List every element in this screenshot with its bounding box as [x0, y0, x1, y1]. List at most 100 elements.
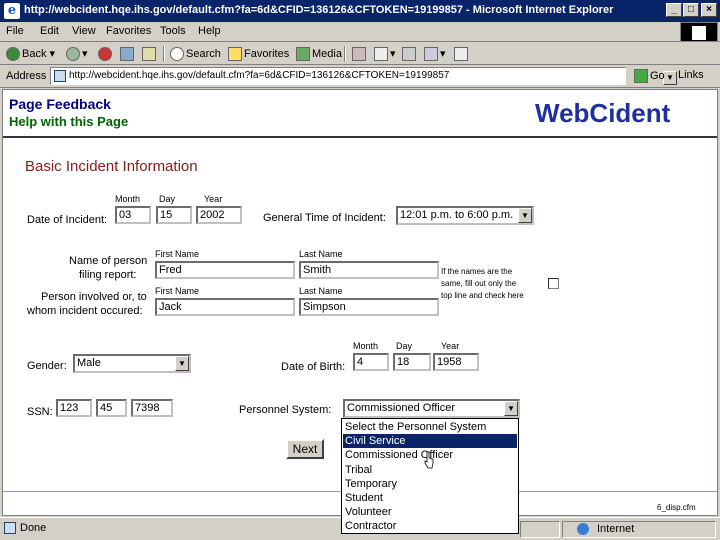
media-icon: [296, 47, 310, 61]
dob-month-input[interactable]: 4: [353, 353, 389, 371]
toolbar-separator: [163, 46, 165, 62]
links-button[interactable]: Links: [678, 69, 704, 81]
ssn-part1-input[interactable]: 123: [56, 399, 92, 417]
go-label: Go: [650, 69, 665, 82]
filer-label-line2: filing report:: [79, 269, 137, 281]
stop-button[interactable]: [98, 47, 114, 61]
menu-edit[interactable]: Edit: [40, 25, 59, 37]
ssn-part3-input[interactable]: 7398: [131, 399, 173, 417]
general-time-value: 12:01 p.m. to 6:00 p.m.: [400, 209, 514, 221]
brand-logo: WebCident: [535, 98, 671, 128]
address-bar: Address http://webcident.hqe.ihs.gov/def…: [0, 66, 720, 88]
chevron-down-icon: ▼: [175, 356, 189, 371]
search-icon: [170, 47, 184, 61]
menu-favorites[interactable]: Favorites: [106, 25, 151, 37]
back-button[interactable]: Back ▾: [6, 47, 55, 62]
favorites-label: Favorites: [244, 47, 290, 60]
involved-last-label: Last Name: [299, 286, 343, 296]
history-icon: [352, 47, 366, 61]
maximize-button[interactable]: □: [683, 3, 699, 17]
media-button[interactable]: Media: [296, 47, 342, 61]
page-feedback-link[interactable]: Page Feedback: [9, 96, 111, 112]
personnel-system-option[interactable]: Student: [343, 491, 517, 505]
address-url: http://webcident.hqe.ihs.gov/default.cfm…: [69, 70, 450, 81]
dob-year-input[interactable]: 1958: [433, 353, 479, 371]
print-icon: [402, 47, 416, 61]
gender-select[interactable]: Male ▼: [73, 354, 191, 373]
status-panel: [520, 521, 560, 538]
personnel-system-option[interactable]: Volunteer: [343, 505, 517, 519]
incident-day-label: Day: [159, 194, 176, 204]
edit-button[interactable]: ▾: [424, 47, 446, 62]
same-person-checkbox[interactable]: [548, 278, 559, 289]
zone-panel: Internet: [562, 521, 716, 538]
ie-logo-icon: e: [4, 3, 20, 19]
ssn-label: SSN:: [27, 406, 53, 418]
general-time-select[interactable]: 12:01 p.m. to 6:00 p.m. ▼: [396, 206, 534, 225]
incident-month-input[interactable]: 03: [115, 206, 151, 224]
involved-last-name-input[interactable]: Simpson: [299, 298, 439, 316]
zone-text: Internet: [597, 523, 635, 535]
close-button[interactable]: ×: [701, 3, 717, 17]
personnel-system-option[interactable]: Select the Personnel System: [343, 420, 517, 434]
dob-day-label: Day: [396, 341, 413, 351]
help-link[interactable]: Help with this Page: [9, 114, 128, 129]
home-button[interactable]: [142, 47, 158, 61]
dob-day-input[interactable]: 18: [393, 353, 431, 371]
same-note-line3: top line and check here: [441, 291, 524, 300]
page-status-icon: [4, 522, 16, 534]
personnel-system-dropdown-list[interactable]: Select the Personnel System Civil Service…: [341, 418, 519, 534]
back-label: Back: [22, 48, 47, 60]
refresh-button[interactable]: [120, 47, 136, 61]
incident-year-label: Year: [204, 194, 223, 204]
incident-year-input[interactable]: 2002: [196, 206, 242, 224]
title-bar: e http://webcident.hqe.ihs.gov/default.c…: [0, 0, 720, 22]
minimize-button[interactable]: _: [666, 3, 682, 17]
history-button[interactable]: [352, 47, 368, 61]
menu-file[interactable]: File: [6, 25, 24, 37]
status-text: Done: [20, 522, 47, 534]
filer-last-label: Last Name: [299, 249, 343, 259]
search-label: Search: [186, 47, 221, 60]
involved-first-label: First Name: [155, 286, 200, 296]
toolbar-separator: [344, 46, 346, 62]
go-button[interactable]: Go: [634, 69, 665, 83]
filer-first-name-input[interactable]: Fred: [155, 261, 295, 279]
mail-button[interactable]: ▾: [374, 47, 396, 62]
personnel-system-value: Commissioned Officer: [347, 402, 455, 414]
globe-icon: [577, 523, 589, 535]
menu-tools[interactable]: Tools: [160, 25, 186, 37]
general-time-label: General Time of Incident:: [263, 212, 386, 224]
menu-help[interactable]: Help: [198, 25, 221, 37]
discuss-button[interactable]: [454, 47, 470, 61]
go-arrow-icon: [634, 69, 648, 83]
incident-day-input[interactable]: 15: [156, 206, 192, 224]
edit-icon: [424, 47, 438, 62]
favorites-icon: [228, 47, 242, 61]
personnel-system-label: Personnel System:: [239, 404, 332, 416]
window-title: http://webcident.hqe.ihs.gov/default.cfm…: [24, 4, 614, 16]
incident-month-label: Month: [115, 194, 141, 204]
page-icon: [54, 70, 66, 82]
address-input[interactable]: http://webcident.hqe.ihs.gov/default.cfm…: [50, 67, 677, 85]
personnel-system-select[interactable]: Commissioned Officer ▼: [343, 399, 520, 418]
gender-value: Male: [77, 357, 101, 369]
same-note-line2: same, fill out only the: [441, 279, 517, 288]
page-id: 6_disp.cfm: [657, 503, 696, 512]
media-label: Media: [312, 47, 342, 60]
personnel-system-option[interactable]: Contractor: [343, 519, 517, 533]
ssn-part2-input[interactable]: 45: [96, 399, 127, 417]
windows-logo-icon: [680, 22, 718, 42]
mail-icon: [374, 47, 388, 62]
chevron-down-icon[interactable]: ▼: [663, 71, 677, 85]
menu-view[interactable]: View: [72, 25, 96, 37]
filer-last-name-input[interactable]: Smith: [299, 261, 439, 279]
involved-first-name-input[interactable]: Jack: [155, 298, 295, 316]
personnel-system-option[interactable]: Civil Service: [343, 434, 517, 449]
print-button[interactable]: [402, 47, 418, 61]
favorites-button[interactable]: Favorites: [228, 47, 289, 61]
next-button[interactable]: Next: [286, 439, 324, 459]
forward-button[interactable]: ▾: [66, 47, 88, 62]
personnel-system-option[interactable]: Temporary: [343, 477, 517, 491]
search-button[interactable]: Search: [170, 47, 221, 61]
